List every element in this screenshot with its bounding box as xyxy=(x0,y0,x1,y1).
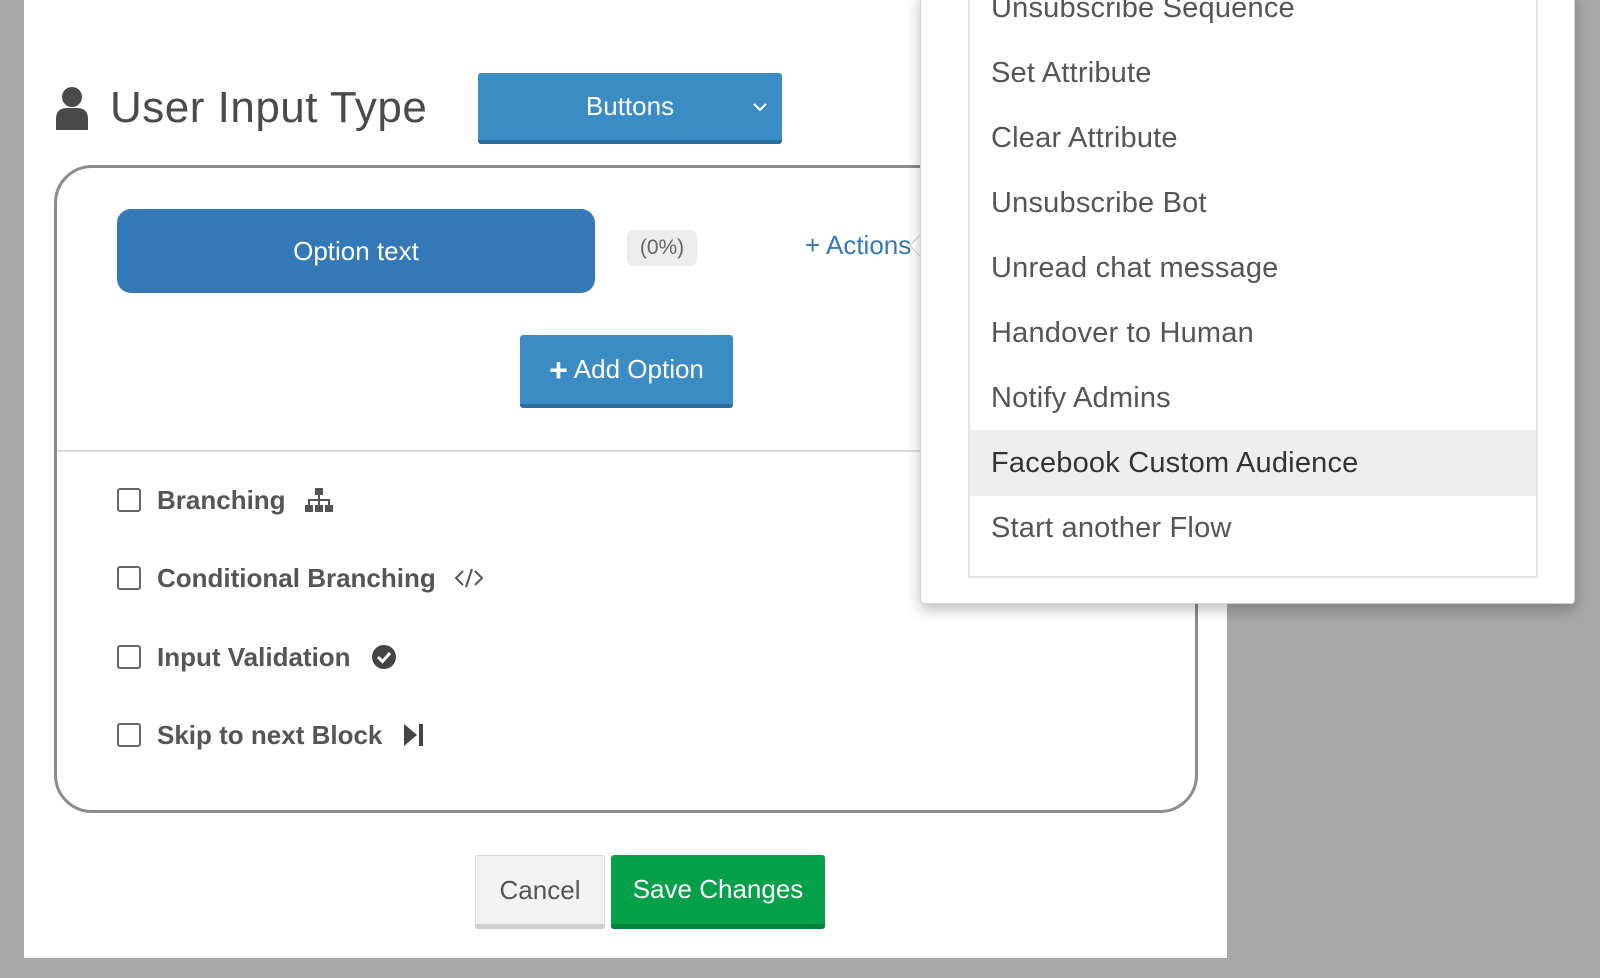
menu-item-clear-attribute[interactable]: Clear Attribute xyxy=(970,105,1536,171)
save-changes-button[interactable]: Save Changes xyxy=(611,855,825,929)
conditional-branching-label: Conditional Branching xyxy=(157,562,436,593)
menu-item-handover-to-human[interactable]: Handover to Human xyxy=(970,300,1536,366)
add-option-button[interactable]: + Add Option xyxy=(520,335,733,408)
page-title: User Input Type xyxy=(110,83,428,132)
cancel-button[interactable]: Cancel xyxy=(475,855,605,929)
plus-icon: + xyxy=(549,351,568,388)
setting-input-validation[interactable]: Input Validation xyxy=(117,637,399,677)
option-button-label: Option text xyxy=(293,235,419,266)
input-type-select[interactable]: Buttons xyxy=(478,73,782,144)
menu-item-unread-chat-message[interactable]: Unread chat message xyxy=(970,235,1536,301)
actions-menu-list: Unsubscribe Sequence Set Attribute Clear… xyxy=(968,0,1538,578)
skip-to-next-block-label: Skip to next Block xyxy=(157,719,383,750)
menu-item-unsubscribe-bot[interactable]: Unsubscribe Bot xyxy=(970,170,1536,236)
input-type-select-value: Buttons xyxy=(585,91,675,121)
step-forward-icon xyxy=(404,724,424,746)
chevron-down-icon xyxy=(753,103,767,112)
setting-branching[interactable]: Branching xyxy=(117,480,334,520)
user-input-type-row: User Input Type xyxy=(54,72,427,144)
user-icon xyxy=(56,87,88,130)
conditional-branching-checkbox[interactable] xyxy=(117,566,141,590)
click-percent-badge: (0%) xyxy=(627,230,697,266)
check-circle-icon xyxy=(371,645,396,669)
option-button[interactable]: Option text xyxy=(117,209,595,293)
menu-item-start-another-flow[interactable]: Start another Flow xyxy=(970,495,1536,561)
add-option-label: Add Option xyxy=(573,354,704,384)
menu-item-unsubscribe-sequence[interactable]: Unsubscribe Sequence xyxy=(970,0,1536,41)
menu-item-set-attribute[interactable]: Set Attribute xyxy=(970,40,1536,106)
branching-label: Branching xyxy=(157,484,286,515)
sitemap-icon xyxy=(304,488,333,512)
skip-to-next-block-checkbox[interactable] xyxy=(117,723,141,747)
actions-dropdown: Unsubscribe Sequence Set Attribute Clear… xyxy=(920,0,1575,604)
input-validation-checkbox[interactable] xyxy=(117,645,141,669)
add-actions-link[interactable]: + Actions xyxy=(805,230,911,261)
setting-skip-to-next-block[interactable]: Skip to next Block xyxy=(117,715,430,755)
menu-item-notify-admins[interactable]: Notify Admins xyxy=(970,365,1536,431)
input-validation-label: Input Validation xyxy=(157,641,351,672)
code-icon xyxy=(454,568,484,588)
setting-conditional-branching[interactable]: Conditional Branching xyxy=(117,558,484,598)
menu-item-facebook-custom-audience[interactable]: Facebook Custom Audience xyxy=(970,430,1536,496)
branching-checkbox[interactable] xyxy=(117,488,141,512)
